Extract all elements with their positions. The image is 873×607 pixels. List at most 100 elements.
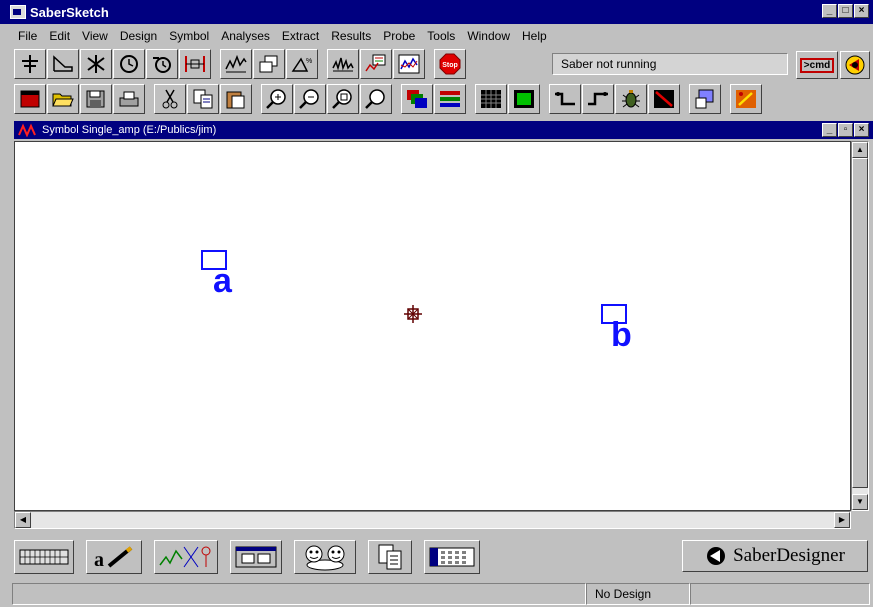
simulator-status-field: Saber not running <box>552 53 788 75</box>
menu-view[interactable]: View <box>76 29 114 43</box>
window-button[interactable] <box>230 540 282 574</box>
open-folder-button[interactable] <box>47 84 79 114</box>
app-title-bar: SaberSketch _ □ × <box>0 0 873 24</box>
chart-button[interactable] <box>393 49 425 79</box>
document-title-bar: Symbol Single_amp (E:/Publics/jim) _ ▫ × <box>14 121 873 139</box>
cmd-label: >cmd <box>799 57 835 73</box>
toolbar-row-1: % Stop <box>14 47 467 81</box>
zoom-in-button[interactable] <box>261 84 293 114</box>
bug-button[interactable] <box>615 84 647 114</box>
help-button[interactable] <box>689 84 721 114</box>
scroll-left-button[interactable]: ◀ <box>15 512 31 528</box>
zoom-window-button[interactable] <box>360 84 392 114</box>
new-file-icon <box>20 90 40 108</box>
grid-table-button[interactable] <box>424 540 480 574</box>
stop-button[interactable]: Stop <box>434 49 466 79</box>
waveform-icon <box>225 54 247 73</box>
save-icon <box>86 90 105 108</box>
clock-button[interactable] <box>113 49 145 79</box>
component-icon <box>185 56 205 72</box>
ground-icon <box>22 55 38 73</box>
horizontal-scrollbar[interactable]: ◀ ▶ <box>14 511 851 529</box>
symbol-canvas[interactable]: a b <box>14 141 851 511</box>
keyboard-button[interactable] <box>14 540 74 574</box>
pages-icon <box>378 544 402 570</box>
zoom-in-icon <box>266 89 286 109</box>
grid-table-icon <box>429 547 475 567</box>
menu-probe[interactable]: Probe <box>377 29 421 43</box>
saber-designer-button[interactable]: SaberDesigner <box>682 540 868 572</box>
scroll-right-button[interactable]: ▶ <box>834 512 850 528</box>
star-symbol-button[interactable] <box>80 49 112 79</box>
step-alt-icon <box>588 92 608 106</box>
menu-results[interactable]: Results <box>325 29 377 43</box>
vertical-scrollbar[interactable]: ▲ ▼ <box>851 141 869 511</box>
line-button[interactable] <box>648 84 680 114</box>
pages-button[interactable] <box>368 540 412 574</box>
star-symbol-icon <box>87 55 105 73</box>
window-icon <box>235 546 277 568</box>
cmd-button[interactable]: >cmd <box>796 51 838 79</box>
graph-window-button[interactable] <box>360 49 392 79</box>
ground-button[interactable] <box>14 49 46 79</box>
scroll-up-button[interactable]: ▲ <box>852 142 868 158</box>
saber-designer-label: SaberDesigner <box>733 545 845 566</box>
menu-window[interactable]: Window <box>461 29 516 43</box>
scroll-down-button[interactable]: ▼ <box>852 494 868 510</box>
close-button[interactable]: × <box>854 4 869 18</box>
saber-logo-button[interactable] <box>840 51 870 79</box>
minimize-button[interactable]: _ <box>822 4 837 18</box>
symbol-doc-icon <box>18 123 36 137</box>
faces-button[interactable] <box>294 540 356 574</box>
paste-icon <box>226 91 245 109</box>
waveform-button[interactable] <box>220 49 252 79</box>
color-bars-button[interactable] <box>434 84 466 114</box>
svg-text:%: % <box>306 58 312 65</box>
timer-button[interactable] <box>146 49 178 79</box>
doc-minimize-button[interactable]: _ <box>822 123 837 137</box>
faces-icon <box>305 545 345 571</box>
triangle-shape-button[interactable]: % <box>286 49 318 79</box>
paste-button[interactable] <box>220 84 252 114</box>
pin-b-label: b <box>611 316 632 354</box>
triangle-shape-icon: % <box>291 57 312 72</box>
keyboard-icon <box>19 549 69 565</box>
print-button[interactable] <box>113 84 145 114</box>
step-alt-button[interactable] <box>582 84 614 114</box>
pin-a-label: a <box>213 262 232 300</box>
cut-icon <box>162 89 178 109</box>
copy-button[interactable] <box>187 84 219 114</box>
green-box-button[interactable] <box>508 84 540 114</box>
menu-extract[interactable]: Extract <box>276 29 325 43</box>
menu-tools[interactable]: Tools <box>421 29 461 43</box>
new-file-button[interactable] <box>14 84 46 114</box>
component-button[interactable] <box>179 49 211 79</box>
palette-button[interactable] <box>730 84 762 114</box>
doc-close-button[interactable]: × <box>854 123 869 137</box>
doc-restore-button[interactable]: ▫ <box>838 123 853 137</box>
save-button[interactable] <box>80 84 112 114</box>
layers-button[interactable] <box>401 84 433 114</box>
schematic-button[interactable] <box>154 540 218 574</box>
app-icon[interactable] <box>10 5 26 19</box>
maximize-button[interactable]: □ <box>838 4 853 18</box>
text-edit-icon: a <box>94 546 133 570</box>
copy-shape-button[interactable] <box>253 49 285 79</box>
menu-design[interactable]: Design <box>114 29 163 43</box>
vertical-scroll-thumb[interactable] <box>852 158 868 488</box>
menu-symbol[interactable]: Symbol <box>163 29 215 43</box>
step-button[interactable] <box>549 84 581 114</box>
color-bars-icon <box>440 91 460 107</box>
cut-button[interactable] <box>154 84 186 114</box>
help-icon <box>695 89 714 109</box>
menu-edit[interactable]: Edit <box>43 29 76 43</box>
grid-button[interactable] <box>475 84 507 114</box>
wire-shape-button[interactable] <box>47 49 79 79</box>
menu-help[interactable]: Help <box>516 29 553 43</box>
menu-file[interactable]: File <box>0 29 43 43</box>
menu-analyses[interactable]: Analyses <box>215 29 276 43</box>
zoom-out-button[interactable] <box>294 84 326 114</box>
text-edit-button[interactable]: a <box>86 540 142 574</box>
sweep-button[interactable] <box>327 49 359 79</box>
zoom-fit-button[interactable] <box>327 84 359 114</box>
